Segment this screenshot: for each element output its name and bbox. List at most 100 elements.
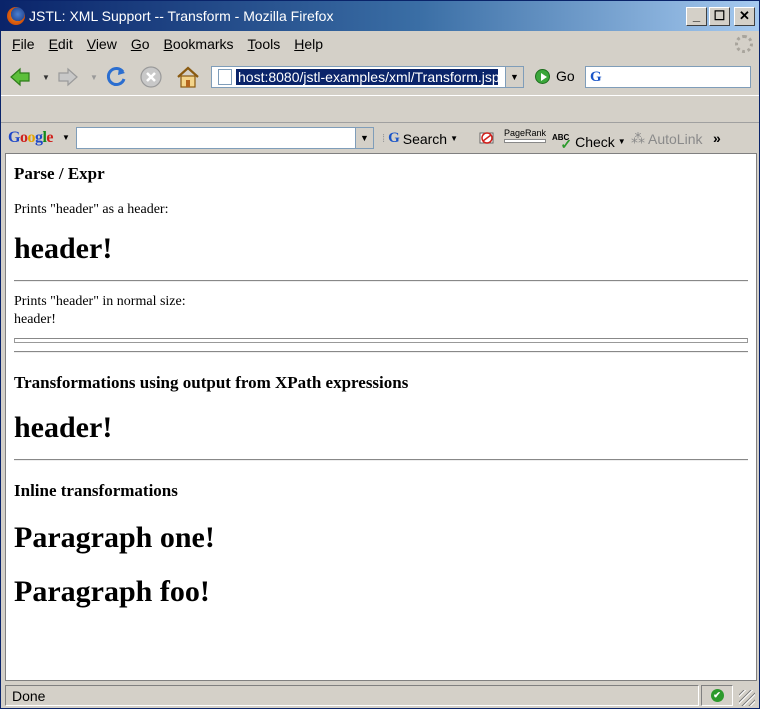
reload-button[interactable] [104,65,128,89]
menu-tools-accel: T [247,36,255,52]
google-search-input[interactable]: ▼ [76,127,374,149]
menu-bookmarks-accel: B [163,36,173,52]
search-dropdown-icon[interactable]: ▼ [450,134,458,143]
heading-paragraph-one: Paragraph one! [14,521,215,554]
menu-view-label: iew [95,36,117,52]
google-logo-letter: o [27,129,35,146]
popup-blocker-icon [479,132,494,144]
menu-bookmarks[interactable]: Bookmarks [157,36,241,52]
address-input[interactable]: host:8080/jstl-examples/xml/Transform.js… [236,69,498,85]
horizontal-rule [14,351,748,353]
google-logo-letter: G [8,129,20,146]
pagerank-label: PageRank [504,128,547,138]
google-menu-dropdown-icon[interactable]: ▼ [62,133,70,142]
heading-header-2: header! [14,411,113,444]
menu-go[interactable]: Go [124,36,157,52]
navigation-toolbar: ▼ ▼ host:8080/jstl-examples/xml/Transfor… [1,59,759,95]
back-button[interactable] [9,65,31,89]
google-logo-letter: e [46,129,54,146]
menu-view[interactable]: View [80,36,124,52]
menu-help-accel: H [294,36,305,52]
text-prints-header-normal: Prints "header" in normal size: [14,294,186,309]
bookmarks-toolbar [1,95,759,121]
menu-go-accel: G [130,36,142,52]
throbber-icon [735,35,753,53]
search-engine-field[interactable]: G [585,66,751,88]
heading-parse-expr: Parse / Expr [14,164,105,183]
browser-window: JSTL: XML Support -- Transform - Mozilla… [0,0,760,709]
heading-transformations-xpath: Transformations using output from XPath … [14,373,409,392]
home-button[interactable] [175,65,201,89]
window-controls: _ ☐ ✕ [686,7,755,26]
go-button[interactable]: Go [535,68,575,84]
forward-button[interactable] [57,65,79,89]
google-toolbar: Google ▼ ▼ ⁞ G Search ▼ PageRank ABC ✓ C… [1,122,759,152]
google-search-button[interactable]: ⁞ G Search ▼ [382,130,458,147]
horizontal-rule [14,459,748,461]
forward-arrow-icon [58,67,78,87]
menu-help[interactable]: Help [287,36,330,52]
heading-paragraph-foo: Paragraph foo! [14,575,210,608]
menu-go-label: o [141,36,150,52]
heading-header-1: header! [14,232,113,265]
autolink-wand-icon: ⁂ [631,130,645,146]
page-icon [218,69,232,85]
status-text: Done [5,685,699,706]
menu-bookmarks-label: ookmarks [172,36,234,52]
stop-button[interactable] [139,65,163,89]
forward-dropdown-icon[interactable]: ▼ [89,65,99,89]
title-bar: JSTL: XML Support -- Transform - Mozilla… [1,1,759,31]
horizontal-rule [14,280,748,282]
google-g-icon: G [388,130,400,146]
menu-view-accel: V [86,36,96,52]
pagerank-bar [504,139,546,143]
menu-edit-label: dit [57,36,73,52]
stop-icon [140,66,162,88]
close-button[interactable]: ✕ [734,7,755,26]
go-icon [535,68,550,84]
menu-tools[interactable]: Tools [241,36,288,52]
google-search-engine-icon[interactable]: G [590,69,602,86]
menu-edit[interactable]: Edit [42,36,80,52]
horizontal-rule-double [14,338,748,343]
firefox-logo-icon [7,7,25,25]
menu-bar: File Edit View Go Bookmarks Tools Help [1,31,759,57]
check-dropdown-icon[interactable]: ▼ [618,137,626,146]
security-status[interactable]: ✔ [701,685,733,706]
popup-blocker-button[interactable] [478,130,496,146]
heading-inline-transformations: Inline transformations [14,481,178,500]
reload-icon [106,67,126,86]
text-prints-header-as-header: Prints "header" as a header: [14,202,169,217]
spell-check-button[interactable]: ABC ✓ Check ▼ [552,130,626,153]
menu-file[interactable]: File [5,36,42,52]
back-arrow-icon [10,67,30,87]
autolink-label: AutoLink [648,130,703,147]
separator-icon: ⁞ [382,132,386,145]
menu-help-label: elp [304,36,324,52]
page-content: Parse / Expr Prints "header" as a header… [5,153,757,681]
autolink-button[interactable]: ⁂ AutoLink [631,130,702,147]
home-icon [177,66,199,88]
window-title: JSTL: XML Support -- Transform - Mozilla… [29,8,334,24]
menu-file-accel: F [12,36,21,52]
menu-file-label: ile [20,36,35,52]
address-bar[interactable]: host:8080/jstl-examples/xml/Transform.js… [211,66,524,88]
google-search-label: Search [402,130,448,147]
text-header-normal: header! [14,312,56,327]
back-dropdown-icon[interactable]: ▼ [41,65,51,89]
resize-grip-icon[interactable] [739,690,755,706]
toolbar-overflow-button[interactable]: » [713,130,721,146]
google-logo[interactable]: Google [8,129,53,147]
spell-check-icon: ABC [552,132,570,142]
google-search-dropdown-icon[interactable]: ▼ [355,128,373,148]
status-bar: Done ✔ [1,682,759,708]
go-label: Go [556,68,575,84]
check-label: Check [575,133,615,150]
check-circle-icon: ✔ [710,689,724,702]
pagerank-indicator[interactable]: PageRank [504,128,546,143]
menu-edit-accel: E [48,36,58,52]
minimize-button[interactable]: _ [686,7,707,26]
menu-tools-label: ools [254,36,281,52]
maximize-button[interactable]: ☐ [709,7,730,26]
address-dropdown-icon[interactable]: ▼ [505,67,523,87]
